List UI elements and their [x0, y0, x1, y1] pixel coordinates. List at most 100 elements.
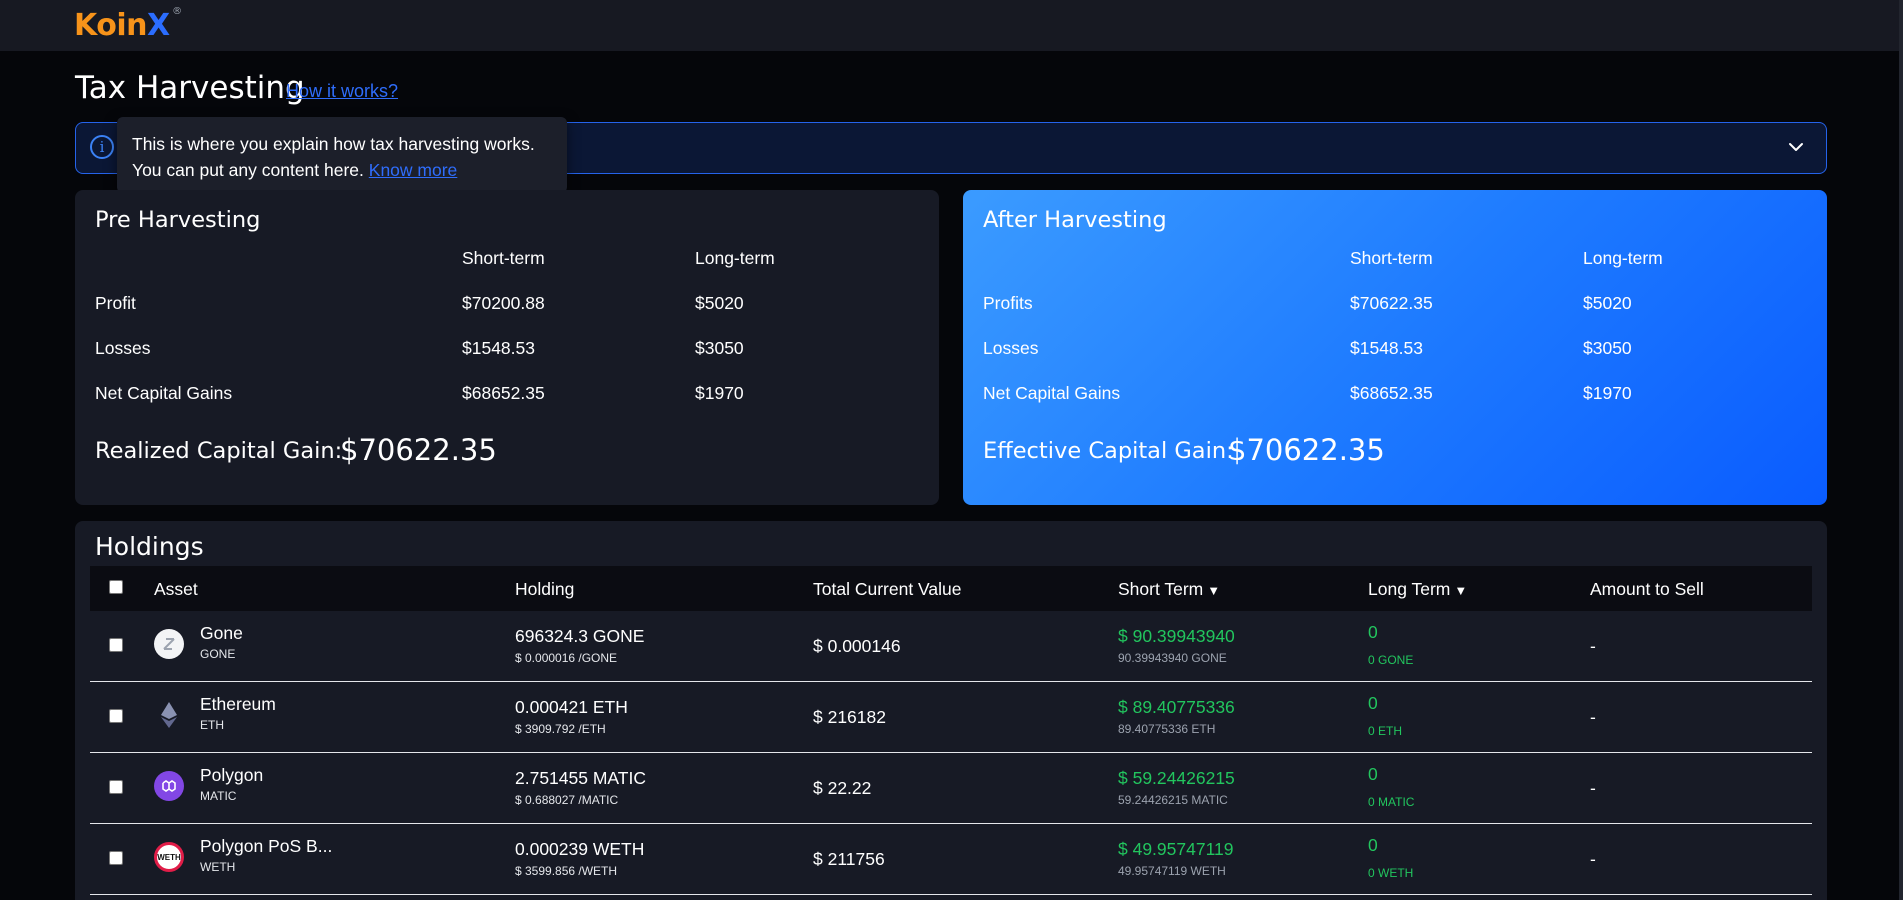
holding-price: $ 0.000016 /GONE [515, 651, 618, 665]
short-term-units: 59.24426215 MATIC [1118, 793, 1228, 807]
koinx-logo[interactable]: KoinX ® [74, 6, 182, 43]
amount-to-sell: - [1590, 707, 1596, 727]
row-checkbox[interactable] [109, 851, 123, 865]
short-term-header: Short-term [1350, 248, 1433, 268]
asset-name: Ethereum [200, 694, 276, 714]
total-current-value: $ 0.000146 [813, 636, 901, 656]
top-navbar: KoinX ® [0, 0, 1903, 51]
long-term-value: 0 [1368, 764, 1378, 784]
losses-long: $3050 [1583, 338, 1632, 358]
net-gains-label: Net Capital Gains [95, 383, 233, 403]
holding-amount: 0.000421 ETH [515, 697, 628, 717]
short-term-units: 49.95747119 WETH [1118, 864, 1226, 878]
table-row[interactable]: Polygon MATIC 2.751455 MATIC $ 0.688027 … [90, 753, 1812, 824]
weth-icon-text: WETH [157, 852, 181, 862]
asset-column-header: Asset [154, 579, 198, 599]
sort-down-icon: ▼ [1454, 583, 1468, 598]
losses-long: $3050 [695, 338, 744, 358]
logo-text: Koin [74, 8, 147, 43]
total-current-value: $ 216182 [813, 707, 886, 727]
how-it-works-tooltip: This is where you explain how tax harves… [117, 117, 567, 193]
amount-to-sell: - [1590, 636, 1596, 656]
after-harvesting-card: After Harvesting Short-term Long-term Pr… [963, 190, 1827, 505]
after-harvesting-title: After Harvesting [983, 207, 1167, 233]
long-term-header: Long-term [695, 248, 775, 268]
gone-coin-icon [154, 629, 184, 659]
holding-amount: 0.000239 WETH [515, 839, 645, 859]
logo-x: X [146, 8, 170, 43]
page-title: Tax Harvesting [75, 70, 305, 106]
long-term-units: 0 ETH [1368, 724, 1403, 738]
holding-price: $ 0.688027 /MATIC [515, 793, 619, 807]
net-gains-label: Net Capital Gains [983, 383, 1121, 403]
holdings-table-header: Asset Holding Total Current Value Short … [90, 566, 1812, 611]
polygon-icon [154, 771, 184, 801]
know-more-link[interactable]: Know more [369, 160, 458, 180]
profit-long: $5020 [695, 293, 744, 313]
net-gains-long: $1970 [1583, 383, 1632, 403]
asset-symbol: GONE [200, 647, 236, 661]
profits-label: Profits [983, 293, 1033, 313]
net-gains-short: $68652.35 [462, 383, 545, 403]
info-icon: i [90, 135, 114, 159]
long-term-header: Long-term [1583, 248, 1663, 268]
short-term-header: Short-term [462, 248, 545, 268]
pre-harvesting-card: Pre Harvesting Short-term Long-term Prof… [75, 190, 939, 505]
realized-gain-value: $70622.35 [340, 433, 497, 467]
long-term-value: 0 [1368, 835, 1378, 855]
profits-short: $70622.35 [1350, 293, 1433, 313]
tooltip-line-1: This is where you explain how tax harves… [132, 134, 535, 154]
holding-amount: 696324.3 GONE [515, 626, 645, 646]
short-term-value: $ 90.39943940 [1118, 626, 1235, 646]
short-term-value: $ 89.40775336 [1118, 697, 1235, 717]
short-term-sort-header[interactable]: Short Term ▼ [1118, 579, 1220, 600]
tooltip-line-2-text: You can put any content here. [132, 160, 364, 180]
asset-name: Polygon PoS B... [200, 836, 333, 856]
profit-label: Profit [95, 293, 136, 313]
realized-gain-label: Realized Capital Gain: [95, 438, 343, 464]
table-row[interactable]: Gone GONE 696324.3 GONE $ 0.000016 /GONE… [90, 611, 1812, 682]
long-term-units: 0 WETH [1368, 866, 1414, 880]
holding-price: $ 3599.856 /WETH [515, 864, 618, 878]
weth-icon: WETH [154, 842, 184, 872]
amount-to-sell-header: Amount to Sell [1590, 579, 1704, 599]
tooltip-line-2: You can put any content here. Know more [132, 157, 552, 183]
asset-name: Gone [200, 623, 243, 643]
asset-symbol: MATIC [200, 789, 237, 803]
total-current-value: $ 211756 [813, 849, 885, 869]
short-term-header-label: Short Term [1118, 579, 1204, 599]
long-term-sort-header[interactable]: Long Term ▼ [1368, 579, 1467, 600]
chevron-down-icon[interactable] [1784, 135, 1808, 159]
select-all-checkbox[interactable] [109, 580, 123, 594]
effective-gain-label: Effective Capital Gain: [983, 438, 1234, 464]
asset-symbol: WETH [200, 860, 236, 874]
losses-short: $1548.53 [462, 338, 535, 358]
holdings-section: Holdings Asset Holding Total Current Val… [75, 521, 1827, 900]
short-term-units: 89.40775336 ETH [1118, 722, 1216, 736]
total-current-value: $ 22.22 [813, 778, 872, 798]
long-term-value: 0 [1368, 693, 1378, 713]
long-term-value: 0 [1368, 622, 1378, 642]
net-gains-long: $1970 [695, 383, 744, 403]
short-term-value: $ 59.24426215 [1118, 768, 1235, 788]
page-scrollbar[interactable] [1899, 0, 1903, 900]
long-term-units: 0 MATIC [1368, 795, 1415, 809]
table-row[interactable]: WETH Polygon PoS B... WETH 0.000239 WETH… [90, 824, 1812, 895]
losses-label: Losses [983, 338, 1039, 358]
profit-short: $70200.88 [462, 293, 545, 313]
effective-gain-value: $70622.35 [1228, 433, 1385, 467]
losses-label: Losses [95, 338, 151, 358]
long-term-header-label: Long Term [1368, 579, 1451, 599]
net-gains-short: $68652.35 [1350, 383, 1433, 403]
short-term-value: $ 49.95747119 [1118, 839, 1234, 859]
profits-long: $5020 [1583, 293, 1632, 313]
asset-symbol: ETH [200, 718, 224, 732]
holdings-title: Holdings [95, 532, 204, 561]
row-checkbox[interactable] [109, 709, 123, 723]
row-checkbox[interactable] [109, 638, 123, 652]
row-checkbox[interactable] [109, 780, 123, 794]
how-it-works-link[interactable]: How it works? [286, 81, 398, 102]
amount-to-sell: - [1590, 849, 1596, 869]
sort-down-icon: ▼ [1207, 583, 1221, 598]
table-row[interactable]: Ethereum ETH 0.000421 ETH $ 3909.792 /ET… [90, 682, 1812, 753]
